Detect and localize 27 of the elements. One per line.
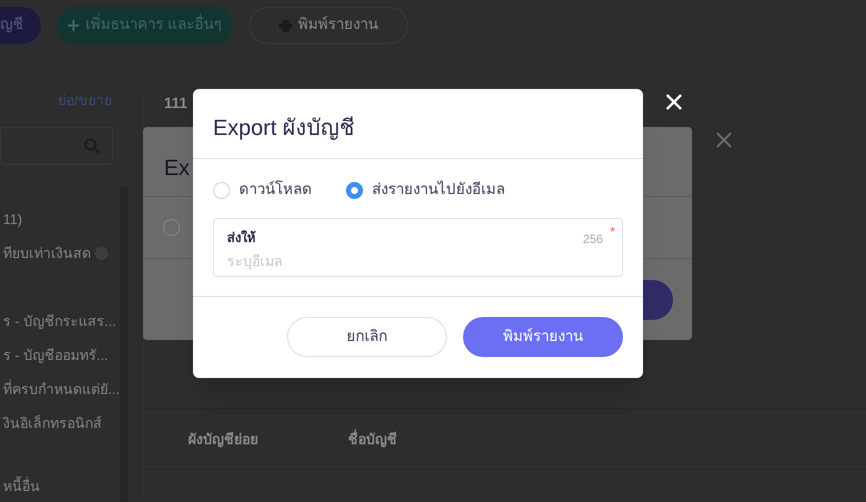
email-field[interactable]: ส่งให้ 256 * ระบุอีเมล — [213, 218, 623, 276]
dialog-title: Export ผังบัญชี — [213, 115, 355, 140]
character-count: 256 — [582, 230, 603, 248]
column-header: ผังบัญชีย่อย — [188, 430, 258, 450]
print-report-button[interactable]: พิมพ์รายงาน — [249, 7, 408, 44]
account-code: 111 — [164, 95, 188, 112]
radio-button[interactable] — [346, 182, 363, 199]
radio-button[interactable] — [163, 219, 180, 236]
dialog-title: Ex — [164, 155, 190, 180]
field-label: ส่งให้ — [227, 228, 256, 246]
account-item[interactable]: ร - บัญชีกระแสร... — [3, 311, 116, 331]
toolbar-button[interactable]: ญชี — [0, 7, 41, 44]
print-report-button[interactable]: พิมพ์รายงาน — [463, 317, 623, 357]
account-item[interactable]: ที่ครบกำหนดแต่ยั... — [3, 379, 120, 399]
radio-label[interactable]: ส่งรายงานไปยังอีเมล — [372, 179, 505, 202]
account-item[interactable]: ร - บัญชีออมทรั... — [3, 345, 108, 365]
account-item[interactable]: 11) — [3, 209, 22, 229]
account-item[interactable]: หนี้อื่น — [3, 476, 40, 496]
plus-icon — [68, 20, 80, 31]
required-mark: * — [610, 224, 615, 238]
column-header: ชื่อบัญชี — [348, 428, 397, 450]
email-input[interactable]: ระบุอีเมล — [227, 250, 609, 272]
cancel-button[interactable]: ยกเลิก — [287, 317, 447, 357]
radio-label[interactable]: ดาวน์โหลด — [239, 179, 312, 202]
account-item[interactable]: งินอิเล็กทรอนิกส์ — [3, 413, 102, 433]
search-field[interactable] — [0, 127, 113, 165]
account-item[interactable]: ทียบเท่าเงินสด — [3, 243, 91, 263]
